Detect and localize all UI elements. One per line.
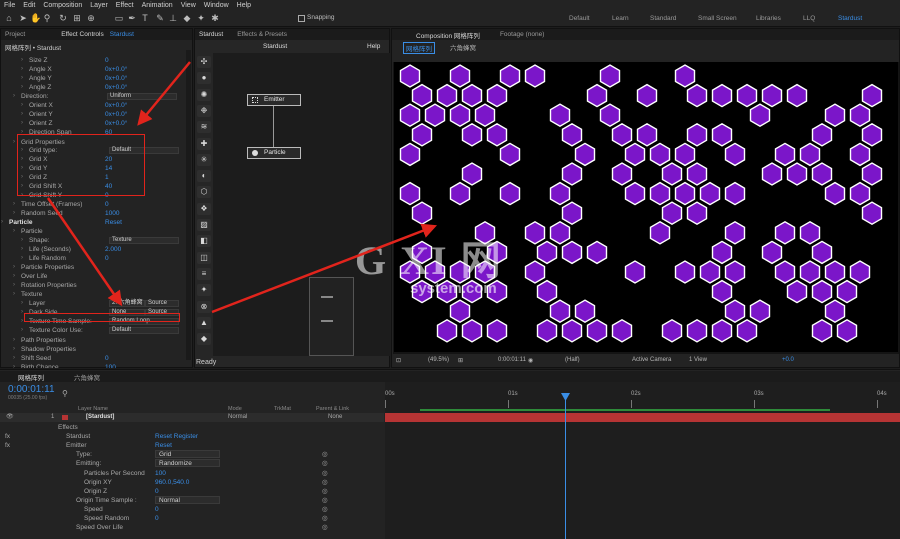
arrow-to-texture-sample [46,197,123,307]
annotation-arrows [46,61,437,314]
arrow-to-composition [211,223,437,314]
arrow-to-grid-properties [137,61,191,126]
